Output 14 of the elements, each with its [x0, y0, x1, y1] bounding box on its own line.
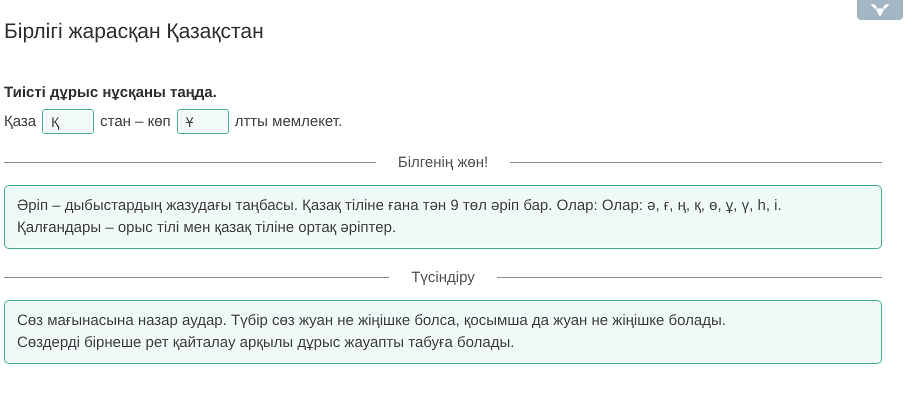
- instruction-text: Тиісті дұрыс нұсқаны таңда.: [4, 84, 218, 101]
- section-heading: Білгенің жөн!: [396, 154, 490, 171]
- section-heading: Түсіндіру: [410, 269, 476, 286]
- info-text: Сөз мағынасына назар аудар. Түбір сөз жуан не жіңішке болса, қосымша да жуан не жіңішке болады.: [17, 311, 727, 331]
- info-text: Қалғандары – орыс тілі мен қазақ тіліне ортақ әріптер.: [17, 218, 398, 238]
- sentence-text: стан – көп: [100, 113, 171, 130]
- fullscreen-button[interactable]: [857, 0, 903, 20]
- answer-box[interactable]: Қ: [42, 109, 94, 134]
- sentence-text: Қаза: [4, 113, 36, 130]
- answer-box[interactable]: Ұ: [176, 109, 229, 134]
- info-text: Әріп – дыбыстардың жазудағы таңбасы. Қазақ тіліне ғана тән 9 төл әріп бар. Олар: Олар: ә, ғ, ң, қ, ө, ұ, ү, һ, і.: [17, 196, 783, 216]
- page-title: Бірлігі жарасқан Қазақстан: [4, 20, 265, 45]
- sentence-text: лтты мемлекет.: [234, 113, 342, 130]
- info-text: Сөздерді бірнеше рет қайталау арқылы дұрыс жауапты табуға болады.: [17, 333, 516, 353]
